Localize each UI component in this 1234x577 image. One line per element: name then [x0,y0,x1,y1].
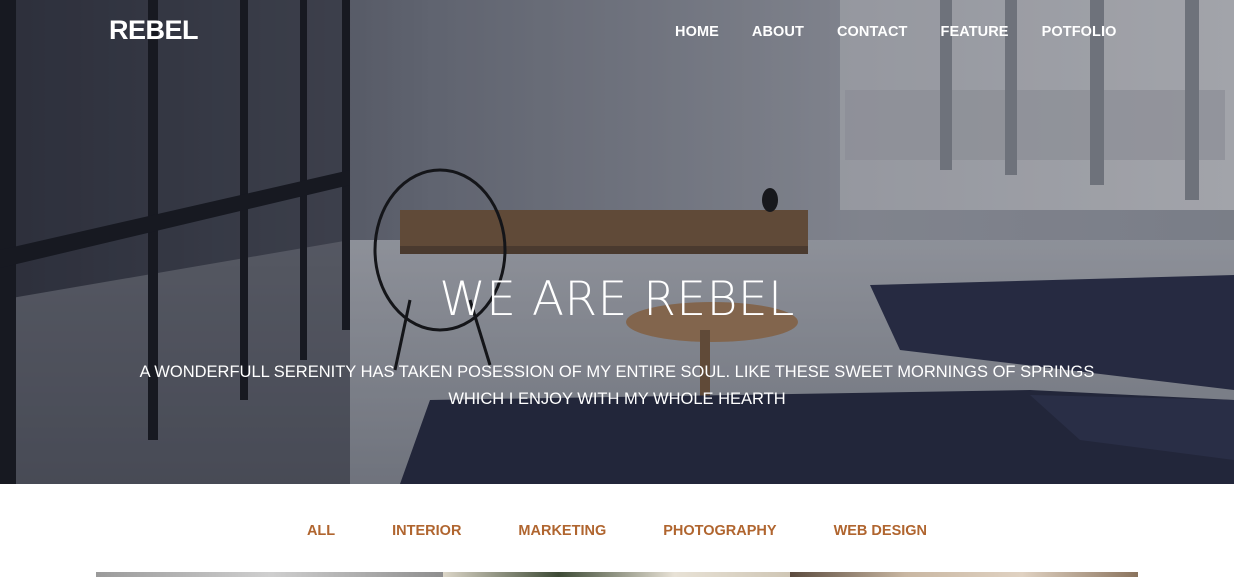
portfolio-item[interactable] [96,572,443,577]
portfolio-grid [96,572,1138,577]
main-nav: HOME ABOUT CONTACT FEATURE POTFOLIO [675,23,1117,41]
filter-interior[interactable]: INTERIOR [392,521,461,541]
portfolio-item[interactable] [443,572,790,577]
portfolio-filter-bar: ALL INTERIOR MARKETING PHOTOGRAPHY WEB D… [0,521,1234,541]
nav-item-feature[interactable]: FEATURE [940,23,1008,41]
filter-marketing[interactable]: MARKETING [518,521,606,541]
site-logo[interactable]: REBEL [109,15,199,46]
filter-photography[interactable]: PHOTOGRAPHY [663,521,776,541]
nav-item-contact[interactable]: CONTACT [837,23,908,41]
hero-title: WE ARE REBEL [439,272,795,327]
hero-subtitle: A WONDERFULL SERENITY HAS TAKEN POSESSIO… [139,363,1095,408]
portfolio-item[interactable] [790,572,1138,577]
nav-item-about[interactable]: ABOUT [752,23,804,41]
filter-web-design[interactable]: WEB DESIGN [834,521,927,541]
nav-item-portfolio[interactable]: POTFOLIO [1042,23,1117,41]
filter-all[interactable]: ALL [307,521,335,541]
hero-section: REBEL HOME ABOUT CONTACT FEATURE POTFOLI… [0,0,1234,484]
nav-item-home[interactable]: HOME [675,23,719,41]
